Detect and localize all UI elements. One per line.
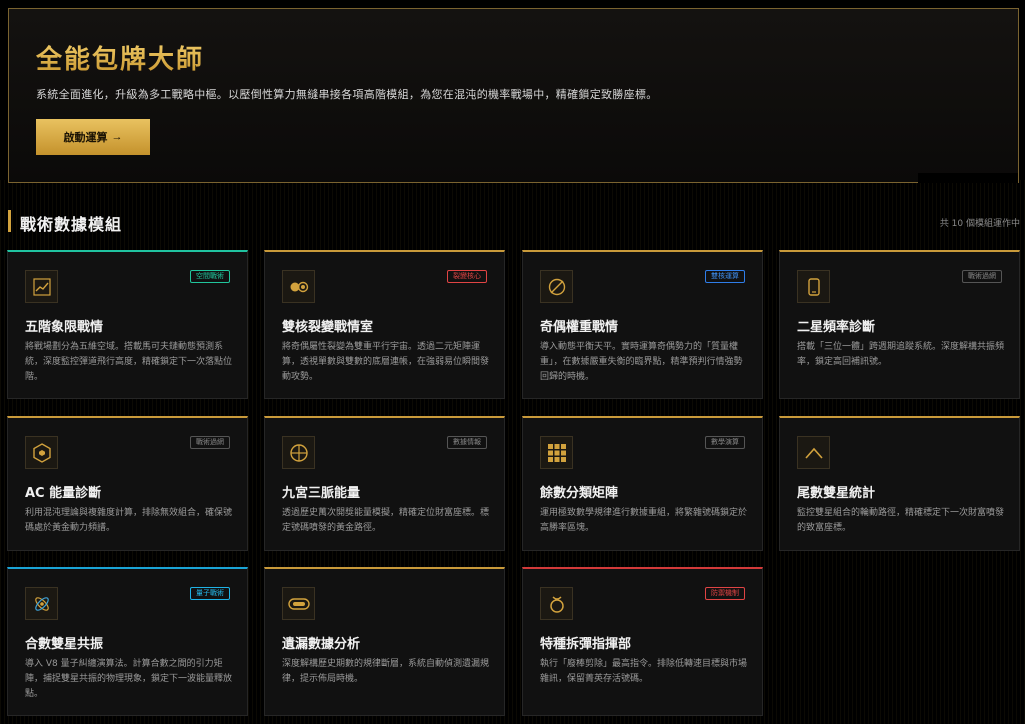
module-title: 九宮三脈能量	[282, 486, 361, 501]
crosshair-icon	[282, 436, 315, 469]
start-compute-button[interactable]: 啟動運算 →	[36, 119, 150, 155]
module-badge: 雙核運算	[705, 270, 745, 283]
module-description: 監控雙星組合的輪動路徑，精確標定下一次財富噴發的致富座標。	[797, 508, 1005, 533]
module-description: 深度解構歷史期數的規律斷層，系統自動偵測遺漏規律，提示佈局時機。	[282, 659, 490, 684]
hero-title: 全能包牌大師	[36, 39, 204, 76]
bomb-icon	[540, 587, 573, 620]
module-title: 奇偶權重戰情	[540, 320, 619, 335]
module-title: 雙核裂變戰情室	[282, 320, 374, 335]
module-card-nine-palace[interactable]: 數據情報 九宮三脈能量 透過歷史萬次開獎能量模擬，精確定位財富座標。標定號碼噴發…	[264, 416, 505, 551]
module-description: 將戰場劃分為五維空域。搭載馬可夫鏈動態預測系統，深度監控彈道飛行高度，精確鎖定下…	[25, 342, 233, 382]
module-card-two-star-frequency[interactable]: 戰術過網 二星頻率診斷 搭載「三位一體」跨週期追蹤系統。深度解構共振頻率，鎖定高…	[779, 250, 1020, 399]
module-description: 執行「廢棒剪除」最高指令。排除低轉速目標與市場雜訊，保留菁英存活號碼。	[540, 659, 748, 684]
hero-panel: 全能包牌大師 系統全面進化，升級為多工戰略中樞。以壓倒性算力無縫串接各項高階模組…	[8, 8, 1019, 183]
trend-chart-icon	[25, 270, 58, 303]
module-title: 五階象限戰情	[25, 320, 104, 335]
module-description: 利用混沌理論與複雜度計算，排除無效組合，確保號碼處於黃金動力頻譜。	[25, 508, 233, 533]
atom-icon	[25, 587, 58, 620]
module-description: 透過歷史萬次開獎能量模擬，精確定位財富座標。標定號碼噴發的黃金路徑。	[282, 508, 490, 533]
hero-corner-notch	[918, 173, 1018, 183]
module-card-tail-two-star[interactable]: 尾數雙星統計 監控雙星組合的輪動路徑，精確標定下一次財富噴發的致富座標。	[779, 416, 1020, 551]
balance-icon	[540, 270, 573, 303]
module-badge: 戰術過網	[962, 270, 1002, 283]
module-badge: 裂變核心	[447, 270, 487, 283]
module-badge: 數學演算	[705, 436, 745, 449]
caret-up-icon	[797, 436, 830, 469]
module-card-remainder-matrix[interactable]: 數學演算 餘數分類矩陣 運用極致數學規律進行數據重組，將繁雜號碼鎖定於高勝率區塊…	[522, 416, 763, 551]
start-compute-label: 啟動運算	[63, 132, 108, 144]
module-title: 尾數雙星統計	[797, 486, 876, 501]
hero-description: 系統全面進化，升級為多工戰略中樞。以壓倒性算力無縫串接各項高階模組，為您在混沌的…	[36, 88, 658, 101]
module-title: 合數雙星共振	[25, 637, 104, 652]
module-description: 將奇偶屬性裂變為雙重平行宇宙。透過二元矩陣運算，透視單數與雙數的底層連帳，在強弱…	[282, 342, 490, 382]
module-card-bomb-disposal[interactable]: 防禦機制 特種拆彈指揮部 執行「廢棒剪除」最高指令。排除低轉速目標與市場雜訊，保…	[522, 567, 763, 716]
hexagon-icon	[25, 436, 58, 469]
module-title: 餘數分類矩陣	[540, 486, 619, 501]
section-accent-bar	[8, 210, 11, 232]
toggle-icon	[282, 587, 315, 620]
module-card-missing-data[interactable]: 遺漏數據分析 深度解構歷史期數的規律斷層，系統自動偵測遺漏規律，提示佈局時機。	[264, 567, 505, 716]
module-card-composite-resonance[interactable]: 量子戰術 合數雙星共振 導入 V8 量子糾纏演算法。計算合數之間的引力矩陣，捕捉…	[7, 567, 248, 716]
module-card-ac-energy[interactable]: 戰術過網 AC 能量診斷 利用混沌理論與複雜度計算，排除無效組合，確保號碼處於黃…	[7, 416, 248, 551]
section-title: 戰術數據模組	[20, 215, 123, 234]
module-title: 二星頻率診斷	[797, 320, 876, 335]
module-title: 特種拆彈指揮部	[540, 637, 632, 652]
module-card-odd-even-weight[interactable]: 雙核運算 奇偶權重戰情 導入動態平衡天平。實時運算奇偶勢力的「質量權重」，在數據…	[522, 250, 763, 399]
arrow-right-icon: →	[111, 131, 123, 143]
module-description: 導入動態平衡天平。實時運算奇偶勢力的「質量權重」，在數據嚴重失衡的臨界點，精準預…	[540, 342, 743, 382]
module-card-five-tier[interactable]: 空間戰術 五階象限戰情 將戰場劃分為五維空域。搭載馬可夫鏈動態預測系統，深度監控…	[7, 250, 248, 399]
grid-icon	[540, 436, 573, 469]
module-badge: 數據情報	[447, 436, 487, 449]
module-title: 遺漏數據分析	[282, 637, 361, 652]
dual-core-icon	[282, 270, 315, 303]
module-card-dual-core[interactable]: 裂變核心 雙核裂變戰情室 將奇偶屬性裂變為雙重平行宇宙。透過二元矩陣運算，透視單…	[264, 250, 505, 399]
module-description: 導入 V8 量子糾纏演算法。計算合數之間的引力矩陣，捕捉雙星共振的物理現象，鎖定…	[25, 659, 233, 699]
module-title: AC 能量診斷	[25, 486, 102, 501]
module-count: 共 10 個模組運作中	[939, 219, 1020, 229]
module-badge: 量子戰術	[190, 587, 230, 600]
module-badge: 戰術過網	[190, 436, 230, 449]
module-description: 運用極致數學規律進行數據重組，將繁雜號碼鎖定於高勝率區塊。	[540, 508, 748, 533]
module-description: 搭載「三位一體」跨週期追蹤系統。深度解構共振頻率，鎖定高回補訊號。	[797, 342, 1005, 367]
phone-icon	[797, 270, 830, 303]
module-badge: 防禦機制	[705, 587, 745, 600]
module-badge: 空間戰術	[190, 270, 230, 283]
